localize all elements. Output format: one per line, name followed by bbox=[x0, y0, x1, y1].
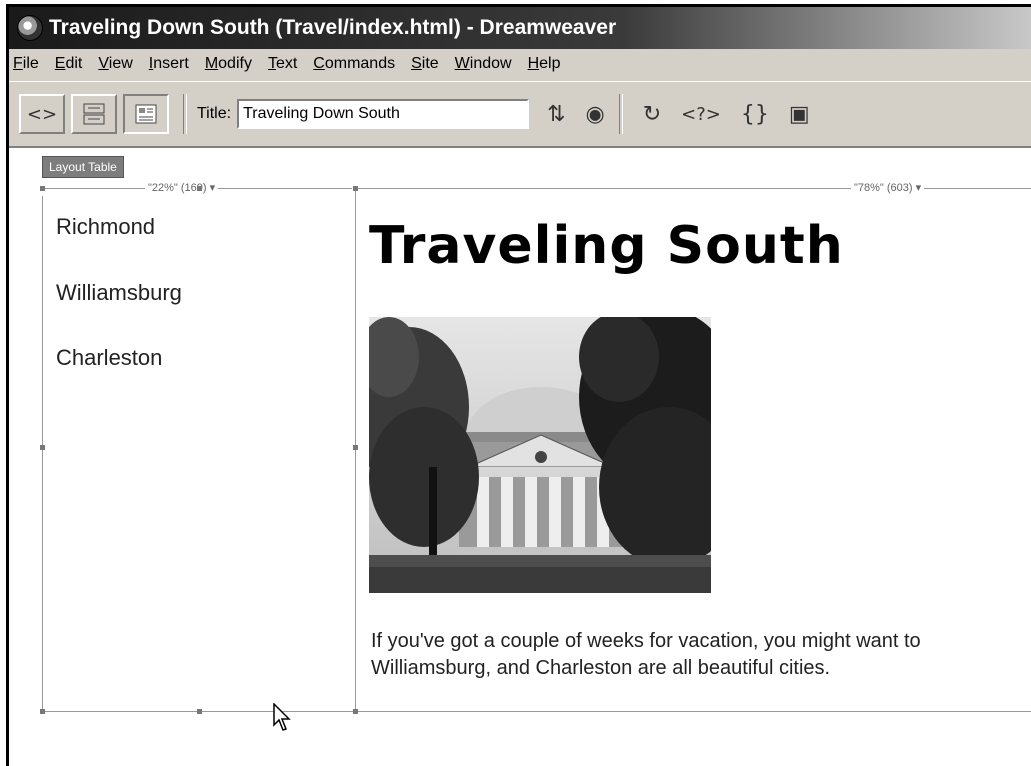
code-view-icon: <> bbox=[26, 103, 58, 125]
menu-bar: File Edit View Insert Modify Text Comman… bbox=[9, 49, 1031, 79]
design-view-button[interactable] bbox=[123, 94, 169, 134]
page-heading[interactable]: Traveling South bbox=[369, 216, 844, 276]
layout-table-left-border bbox=[42, 196, 43, 711]
layout-table-tab[interactable]: Layout Table bbox=[42, 156, 124, 178]
mouse-cursor-icon bbox=[273, 703, 291, 731]
split-view-icon bbox=[83, 103, 105, 125]
resize-handle[interactable] bbox=[40, 445, 45, 450]
document-design-area[interactable]: Layout Table "22%" (169) ▾ "78%" (603) ▾… bbox=[9, 146, 1031, 766]
page-title-input[interactable] bbox=[237, 99, 530, 129]
nav-link-williamsburg[interactable]: Williamsburg bbox=[56, 280, 182, 306]
nav-link-richmond[interactable]: Richmond bbox=[56, 214, 155, 240]
paragraph-line-2: Williamsburg, and Charleston are all bea… bbox=[371, 657, 831, 679]
menu-window[interactable]: Window bbox=[455, 55, 512, 73]
resize-handle[interactable] bbox=[353, 709, 358, 714]
menu-text[interactable]: Text bbox=[268, 55, 297, 73]
view-options-icon[interactable]: ▣ bbox=[789, 102, 810, 127]
design-view-icon bbox=[135, 104, 157, 124]
title-bar: Traveling Down South (Travel/index.html)… bbox=[9, 7, 1031, 49]
resize-handle[interactable] bbox=[353, 445, 358, 450]
menu-site[interactable]: Site bbox=[411, 55, 439, 73]
window-title: Traveling Down South (Travel/index.html)… bbox=[49, 16, 617, 39]
paragraph-line-1: If you've got a couple of weeks for vaca… bbox=[371, 630, 921, 652]
document-toolbar: <> Title: ⇅ ◉ ↻ <?> bbox=[9, 81, 1031, 147]
code-view-button[interactable]: <> bbox=[19, 94, 65, 134]
menu-modify[interactable]: Modify bbox=[205, 55, 252, 73]
col2-width-header[interactable]: "78%" (603) ▾ bbox=[851, 181, 925, 194]
split-view-button[interactable] bbox=[71, 94, 117, 134]
menu-help[interactable]: Help bbox=[528, 55, 561, 73]
col2-header-line bbox=[355, 188, 1031, 189]
resize-handle[interactable] bbox=[197, 186, 202, 191]
dreamweaver-window: Traveling Down South (Travel/index.html)… bbox=[6, 4, 1031, 766]
refresh-icon[interactable]: ↻ bbox=[643, 102, 661, 127]
menu-insert[interactable]: Insert bbox=[149, 55, 189, 73]
intro-paragraph[interactable]: If you've got a couple of weeks for vaca… bbox=[371, 628, 1031, 682]
menu-commands[interactable]: Commands bbox=[313, 55, 395, 73]
braces-icon[interactable]: {} bbox=[741, 102, 769, 127]
layout-table-bottom-border bbox=[42, 711, 1031, 712]
resize-handle[interactable] bbox=[353, 186, 358, 191]
rotunda-photo[interactable] bbox=[369, 317, 711, 593]
resize-handle[interactable] bbox=[40, 186, 45, 191]
code-navigation-icon[interactable]: <?> bbox=[681, 104, 721, 125]
nav-link-charleston[interactable]: Charleston bbox=[56, 345, 162, 371]
resize-handle[interactable] bbox=[197, 709, 202, 714]
resize-handle[interactable] bbox=[40, 709, 45, 714]
menu-view[interactable]: View bbox=[98, 55, 132, 73]
menu-file[interactable]: File bbox=[13, 55, 39, 73]
file-management-icon[interactable]: ⇅ bbox=[547, 102, 565, 127]
dreamweaver-app-icon[interactable] bbox=[17, 15, 43, 41]
toolbar-separator bbox=[618, 94, 623, 134]
menu-edit[interactable]: Edit bbox=[55, 55, 83, 73]
preview-browser-icon[interactable]: ◉ bbox=[586, 102, 605, 127]
title-label: Title: bbox=[197, 105, 232, 122]
toolbar-separator bbox=[183, 94, 187, 134]
col1-width-header[interactable]: "22%" (169) ▾ bbox=[145, 181, 219, 194]
